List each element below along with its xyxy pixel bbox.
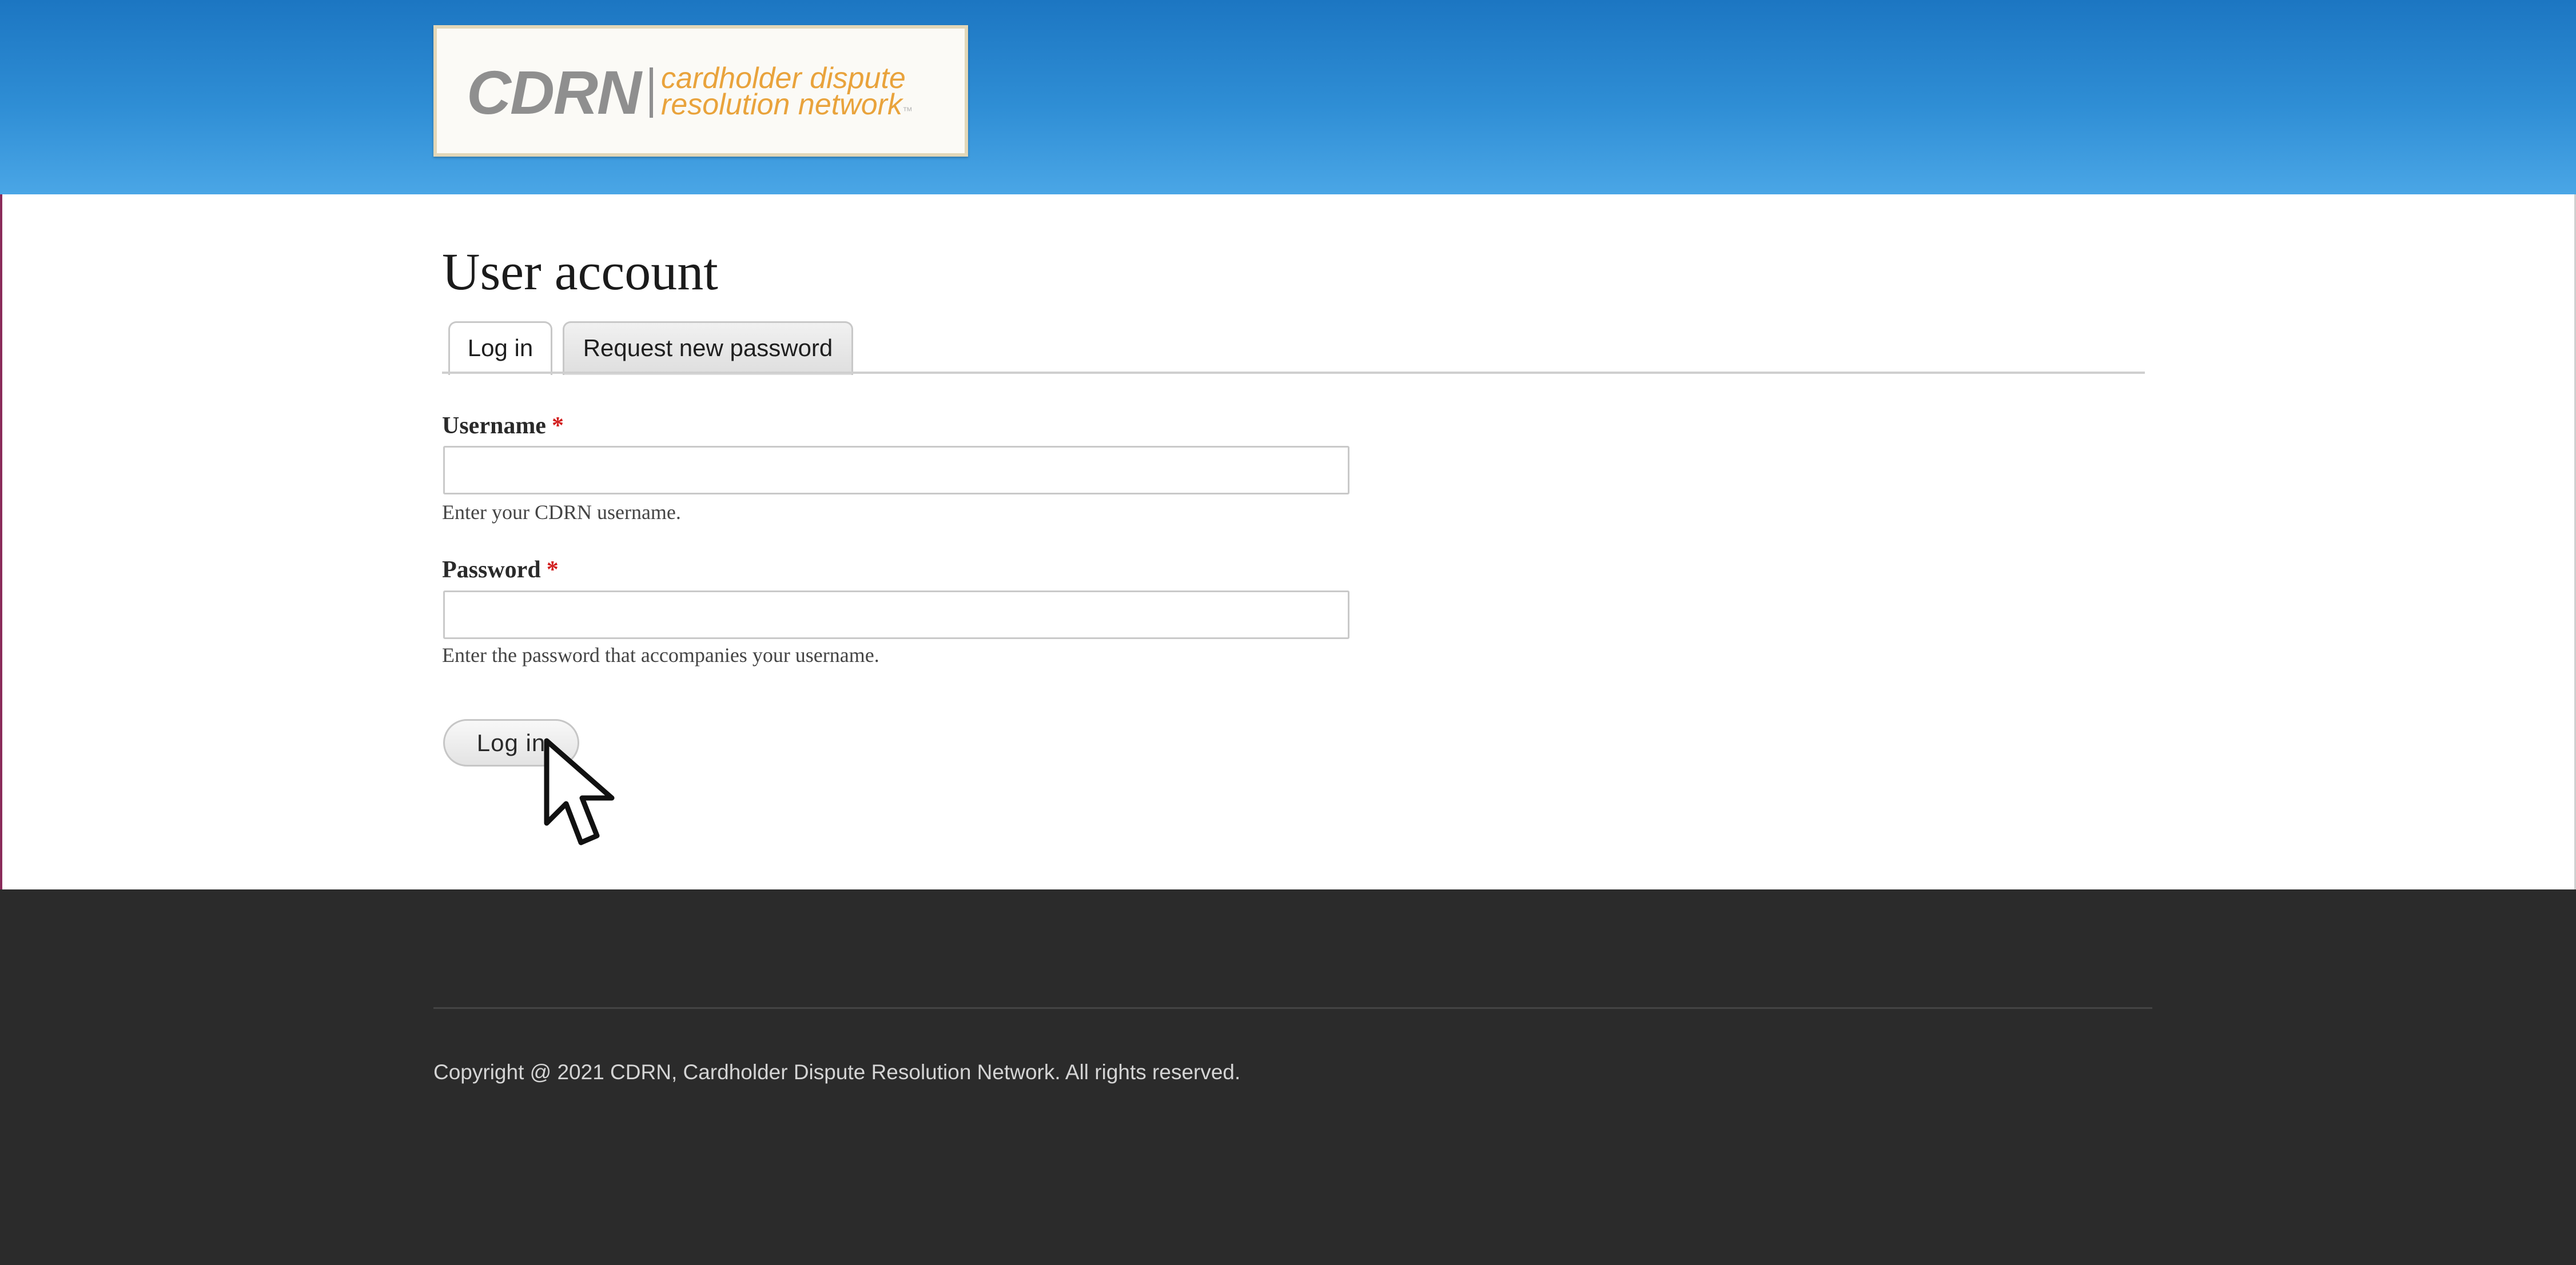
username-help: Enter your CDRN username. — [442, 501, 681, 524]
logo-divider — [650, 67, 653, 118]
logo-tagline-line2-text: resolution network — [661, 88, 902, 121]
username-input[interactable] — [443, 446, 1349, 494]
username-label: Username * — [442, 412, 564, 440]
cdrn-logo[interactable]: CDRN cardholder dispute resolution netwo… — [433, 25, 968, 157]
tab-request-new-password[interactable]: Request new password — [563, 321, 853, 375]
site-header: CDRN cardholder dispute resolution netwo… — [0, 0, 2576, 194]
site-footer: Copyright @ 2021 CDRN, Cardholder Disput… — [0, 889, 2576, 1265]
tabs-underline — [442, 372, 2145, 374]
password-label: Password * — [442, 556, 559, 584]
username-label-text: Username — [442, 413, 546, 439]
tab-log-in[interactable]: Log in — [448, 321, 552, 375]
page-title: User account — [442, 242, 718, 301]
copyright-text: Copyright @ 2021 CDRN, Cardholder Disput… — [433, 1060, 1241, 1084]
required-marker: * — [551, 413, 564, 439]
password-label-text: Password — [442, 557, 541, 583]
password-input[interactable] — [443, 590, 1349, 639]
required-marker: * — [546, 557, 559, 583]
password-help: Enter the password that accompanies your… — [442, 644, 879, 667]
logo-tagline-line2: resolution network™ — [661, 88, 913, 124]
logo-tagline: cardholder dispute resolution network™ — [661, 63, 913, 124]
mouse-pointer-icon — [544, 738, 615, 845]
footer-divider — [433, 1007, 2152, 1009]
logo-mark: CDRN — [467, 58, 642, 127]
trademark-symbol: ™ — [902, 105, 913, 117]
